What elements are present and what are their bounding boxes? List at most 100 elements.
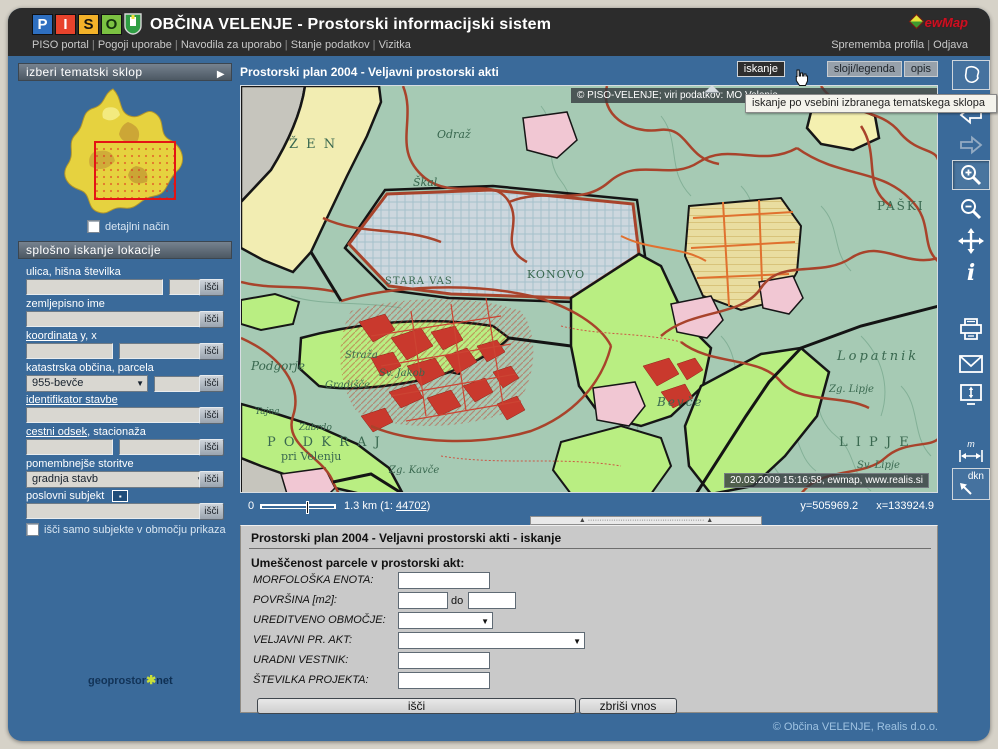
veljavni-akt-select[interactable] bbox=[398, 632, 585, 649]
scale-slider-handle[interactable] bbox=[306, 501, 309, 514]
business-extent-label: išči samo subjekte v območju prikaza bbox=[44, 524, 226, 536]
print-button[interactable] bbox=[952, 314, 990, 344]
divider bbox=[249, 548, 931, 549]
street-search-button[interactable]: išči bbox=[199, 279, 224, 296]
road-search-button[interactable]: išči bbox=[199, 439, 224, 456]
morfoloska-enota-input[interactable] bbox=[398, 572, 490, 589]
tab-sloji-legenda[interactable]: sloji/legenda bbox=[827, 61, 902, 77]
full-extent-button[interactable] bbox=[952, 60, 990, 90]
menu-vizitka[interactable]: Vizitka bbox=[379, 39, 411, 51]
menu-stanje-podatkov[interactable]: Stanje podatkov bbox=[291, 39, 370, 51]
business-search-button[interactable]: išči bbox=[199, 503, 224, 520]
map-timestamp: 20.03.2009 15:16:58, ewmap, www.realis.s… bbox=[724, 473, 929, 488]
map-canvas[interactable]: Ž E NOdražŠkalPAŠKIPodgorjeStražaSv. Jak… bbox=[240, 85, 938, 493]
panel-splitter-handle[interactable]: ▲ ······································… bbox=[530, 516, 762, 525]
map-place-label: Tajna bbox=[255, 407, 280, 417]
ewmap-logo: ewMap bbox=[911, 15, 968, 30]
theme-selector-header[interactable]: izberi tematski sklop ▶ bbox=[18, 63, 232, 81]
map-place-label: L I P J E bbox=[839, 435, 911, 450]
business-input[interactable] bbox=[26, 503, 208, 519]
field-geoname: zemljepisno ime išči bbox=[18, 298, 232, 310]
coordinate-x-input[interactable] bbox=[119, 343, 201, 359]
measure-button[interactable]: m bbox=[952, 438, 990, 468]
hand-cursor-icon bbox=[792, 68, 809, 87]
uradni-vestnik-input[interactable] bbox=[398, 652, 490, 669]
cadastre-select[interactable]: 955-bevče bbox=[26, 375, 148, 392]
business-extent-checkbox[interactable] bbox=[26, 523, 39, 536]
map-place-label: Ž E N bbox=[289, 136, 337, 152]
map-place-label: Odraž bbox=[437, 128, 471, 141]
field-street: ulica, hišna številka išči bbox=[18, 266, 232, 278]
geoname-search-button[interactable]: išči bbox=[199, 311, 224, 328]
location-search-header: splošno iskanje lokacije bbox=[18, 241, 232, 259]
chainage-input[interactable] bbox=[119, 439, 201, 455]
menu-piso-portal[interactable]: PISO portal bbox=[32, 39, 89, 51]
panel-clear-button[interactable]: zbriši vnos bbox=[579, 698, 677, 714]
coordinate-link[interactable]: koordinata bbox=[26, 330, 77, 342]
tab-opis[interactable]: opis bbox=[904, 61, 938, 77]
road-section-input[interactable] bbox=[26, 439, 113, 455]
fit-screen-button[interactable] bbox=[952, 380, 990, 410]
page-title: OBČINA VELENJE - Prostorski informacijsk… bbox=[150, 16, 551, 34]
menu-odjava[interactable]: Odjava bbox=[933, 39, 968, 51]
map-place-label: Škal bbox=[413, 175, 438, 189]
piso-tile-i: I bbox=[55, 14, 76, 35]
zoom-out-button[interactable] bbox=[952, 194, 990, 224]
menu-pogoji-uporabe[interactable]: Pogoji uporabe bbox=[98, 39, 172, 51]
povrsina-to-input[interactable] bbox=[468, 592, 516, 609]
map-place-label: STARA VAS bbox=[385, 276, 453, 287]
coordinate-x-value: x=133924.9 bbox=[876, 500, 934, 512]
forward-button[interactable] bbox=[952, 130, 990, 160]
map-place-label: Zg. Kavče bbox=[388, 465, 439, 476]
scale-slider[interactable] bbox=[260, 504, 336, 509]
map-place-label: Gradišče bbox=[325, 380, 370, 391]
search-panel-subtitle: Umeščenost parcele v prostorski akt: bbox=[251, 556, 464, 570]
business-locate-icon[interactable]: ▪ bbox=[112, 490, 128, 502]
field-building-id: identifikator stavbe išči bbox=[18, 394, 232, 406]
street-input[interactable] bbox=[26, 279, 163, 295]
coordinate-y-value: y=505969.2 bbox=[800, 500, 858, 512]
piso-logo[interactable]: P I S O bbox=[32, 14, 122, 35]
map-place-label: Sv. Lipje bbox=[857, 460, 900, 471]
map-place-label: Lopatnik bbox=[836, 349, 919, 364]
ureditveno-obmocje-select[interactable] bbox=[398, 612, 493, 629]
scale-label: 1.3 km (1: 44702) bbox=[344, 500, 430, 512]
coordinate-y-input[interactable] bbox=[26, 343, 113, 359]
scale-ratio-link[interactable]: 44702 bbox=[396, 500, 427, 512]
map-place-label: pri Velenju bbox=[281, 450, 341, 463]
map-place-label: P O D K R A J bbox=[267, 435, 382, 450]
panel-search-button[interactable]: išči bbox=[257, 698, 576, 714]
geoprostor-logo[interactable]: geoprostor✱net bbox=[88, 673, 173, 687]
overview-extent-rectangle[interactable] bbox=[95, 142, 175, 199]
piso-tile-s: S bbox=[78, 14, 99, 35]
geoprostor-star-icon: ✱ bbox=[146, 673, 156, 687]
info-button[interactable]: i bbox=[952, 258, 990, 288]
services-search-button[interactable]: išči bbox=[199, 471, 224, 488]
pan-button[interactable] bbox=[952, 226, 990, 256]
zoom-in-button[interactable] bbox=[952, 160, 990, 190]
geoname-input[interactable] bbox=[26, 311, 208, 327]
detail-mode-checkbox[interactable] bbox=[87, 220, 100, 233]
building-id-search-button[interactable]: išči bbox=[199, 407, 224, 424]
building-id-input[interactable] bbox=[26, 407, 208, 423]
tab-iskanje[interactable]: iskanje bbox=[737, 61, 785, 77]
ewmap-diamond-icon bbox=[908, 14, 924, 30]
building-id-link[interactable]: identifikator stavbe bbox=[26, 394, 118, 406]
map-statusbar: 0 1.3 km (1: 44702) y=505969.2x=133924.9 bbox=[240, 499, 938, 515]
search-panel: Prostorski plan 2004 - Veljavni prostors… bbox=[240, 525, 938, 713]
overview-map[interactable] bbox=[18, 84, 232, 224]
road-section-link[interactable]: cestni odsek bbox=[26, 426, 87, 438]
business-extent-row: išči samo subjekte v območju prikaza bbox=[26, 523, 226, 536]
map-place-label: Zg. Lipje bbox=[828, 384, 874, 395]
menu-sprememba-profila[interactable]: Sprememba profila bbox=[831, 39, 924, 51]
coordinate-search-button[interactable]: išči bbox=[199, 343, 224, 360]
sidebar: izberi tematski sklop ▶ detajlni način s… bbox=[18, 63, 232, 81]
povrsina-from-input[interactable] bbox=[398, 592, 448, 609]
detail-mode-row: detajlni način bbox=[87, 220, 169, 233]
services-select[interactable]: gradnja stavb bbox=[26, 471, 208, 488]
menu-navodila[interactable]: Navodila za uporabo bbox=[181, 39, 282, 51]
dkn-button[interactable]: dkn bbox=[952, 468, 990, 500]
email-button[interactable] bbox=[952, 349, 990, 379]
stevilka-projekta-input[interactable] bbox=[398, 672, 490, 689]
cadastre-search-button[interactable]: išči bbox=[199, 375, 224, 392]
